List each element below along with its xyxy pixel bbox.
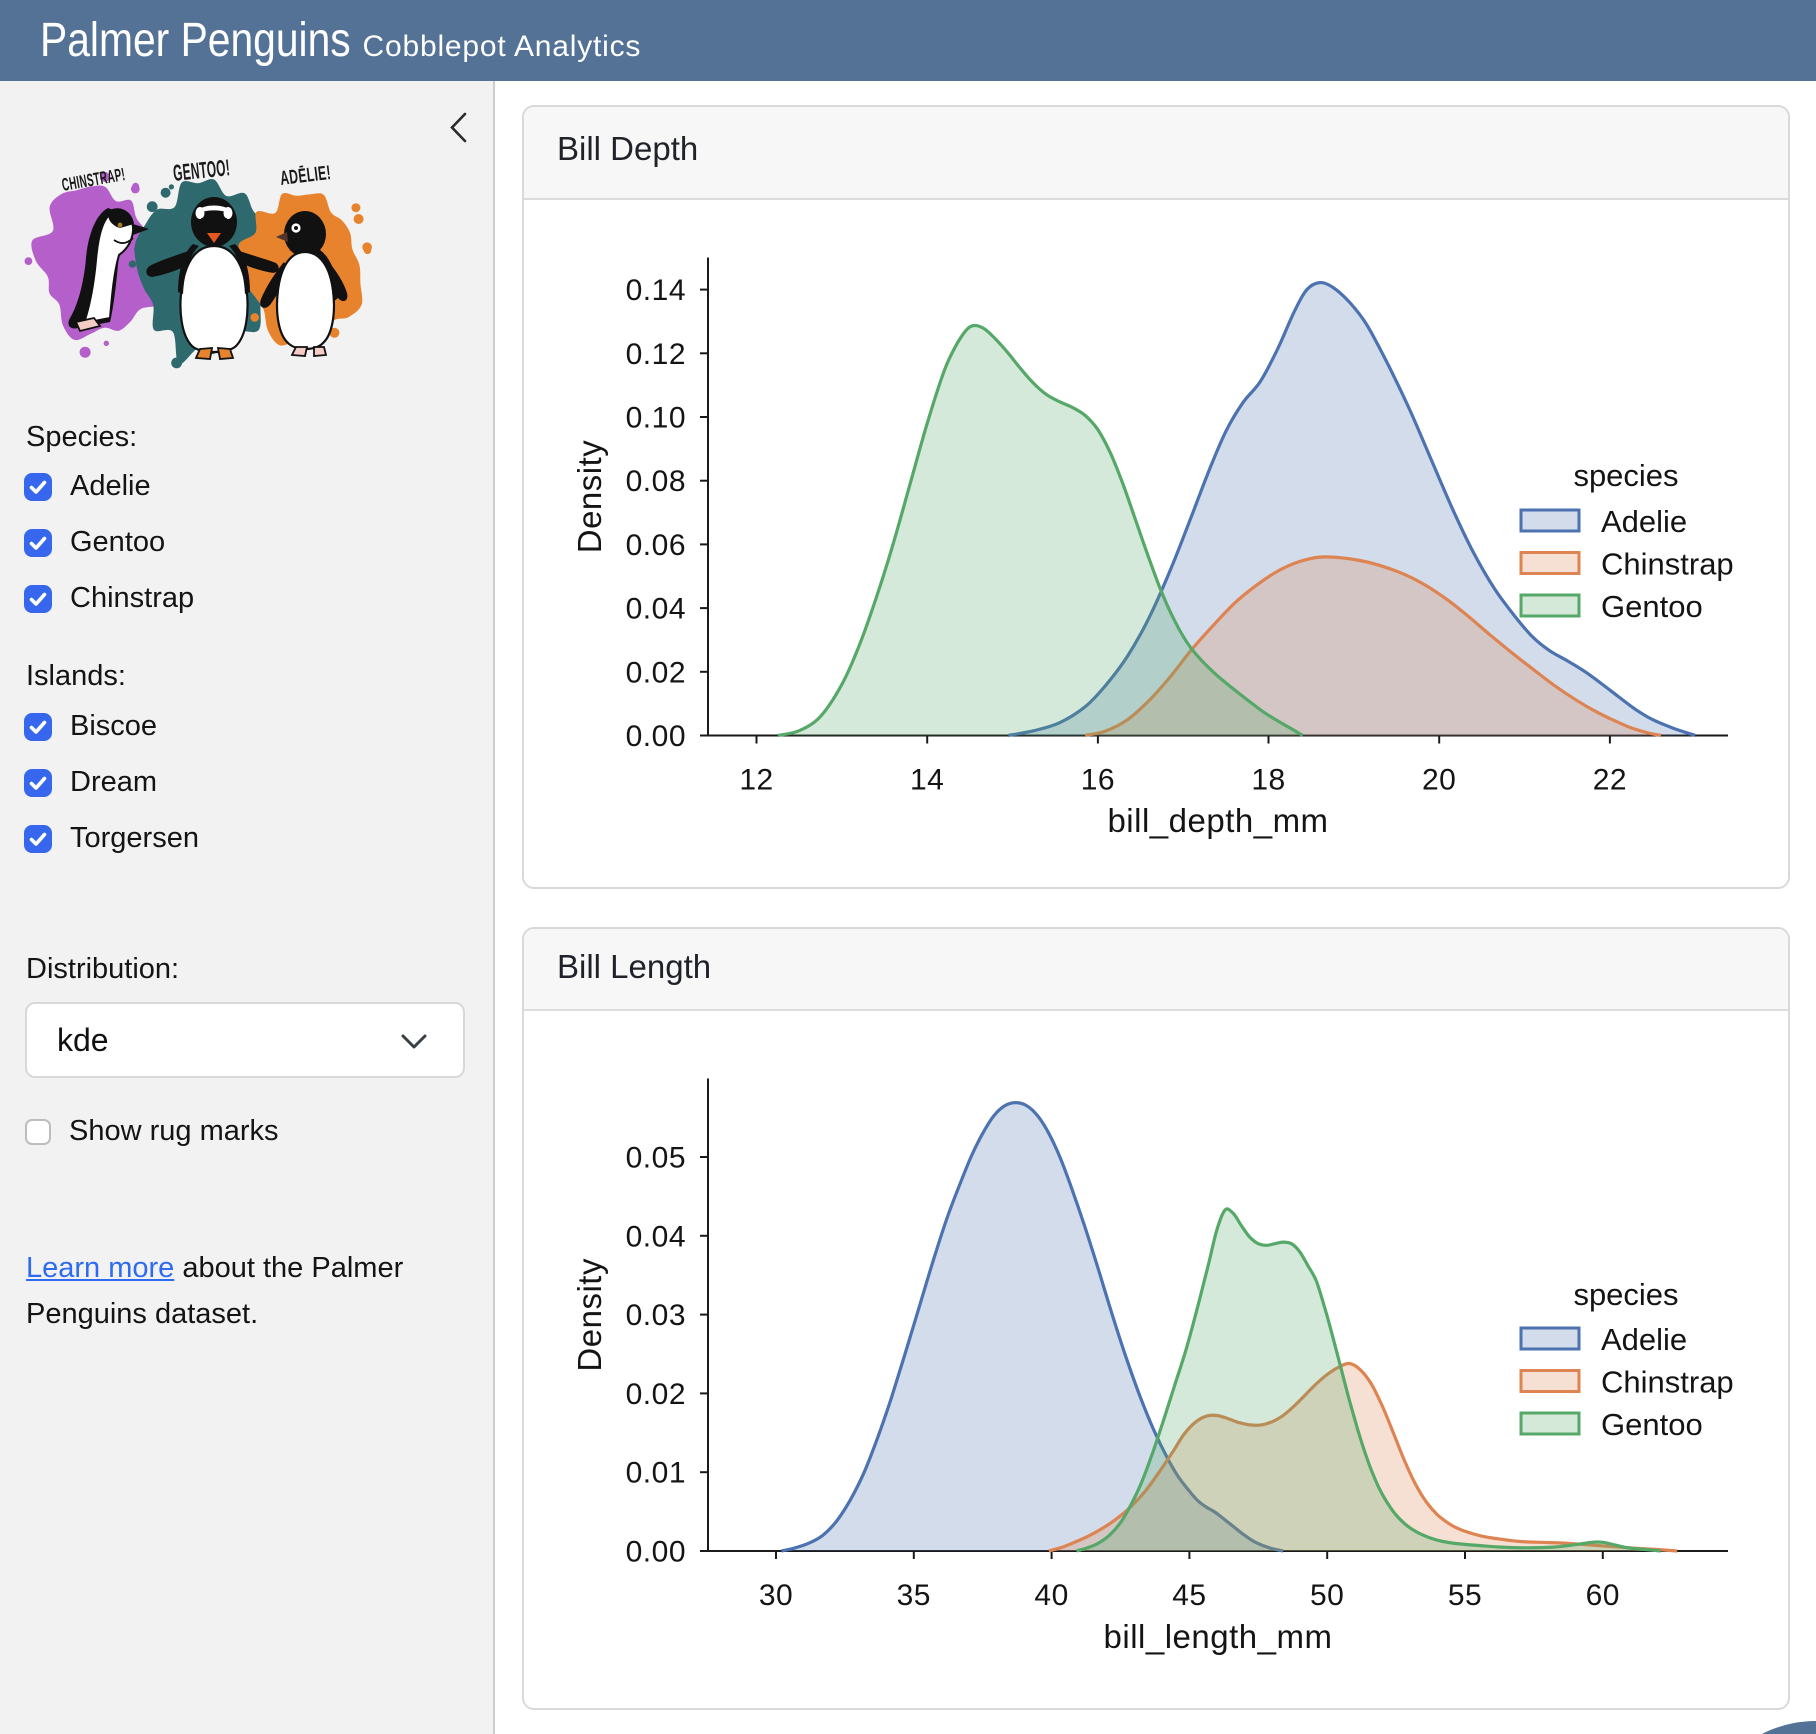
svg-text:0.00: 0.00 xyxy=(626,720,686,753)
svg-text:0.00: 0.00 xyxy=(626,1536,686,1569)
svg-text:Adelie: Adelie xyxy=(1601,1322,1687,1357)
svg-text:0.10: 0.10 xyxy=(626,402,686,435)
svg-text:Density: Density xyxy=(571,440,608,554)
svg-text:Gentoo: Gentoo xyxy=(1601,589,1703,624)
svg-text:60: 60 xyxy=(1586,1579,1620,1612)
svg-text:30: 30 xyxy=(759,1579,793,1612)
svg-text:0.06: 0.06 xyxy=(626,529,686,562)
svg-text:Chinstrap: Chinstrap xyxy=(1601,1365,1734,1400)
svg-text:Chinstrap: Chinstrap xyxy=(1601,547,1734,582)
svg-text:50: 50 xyxy=(1310,1579,1344,1612)
svg-text:0.04: 0.04 xyxy=(626,1220,686,1253)
svg-text:14: 14 xyxy=(910,764,944,797)
svg-text:GENTOO!: GENTOO! xyxy=(172,154,231,186)
svg-text:12: 12 xyxy=(739,764,773,797)
svg-text:0.14: 0.14 xyxy=(626,274,686,307)
svg-text:22: 22 xyxy=(1593,764,1627,797)
svg-text:0.04: 0.04 xyxy=(626,593,686,626)
svg-text:16: 16 xyxy=(1081,764,1115,797)
svg-text:40: 40 xyxy=(1034,1579,1068,1612)
svg-text:0.01: 0.01 xyxy=(626,1457,686,1490)
svg-text:0.02: 0.02 xyxy=(626,1378,686,1411)
svg-text:0.02: 0.02 xyxy=(626,656,686,689)
svg-text:species: species xyxy=(1573,1277,1678,1312)
svg-text:bill_length_mm: bill_length_mm xyxy=(1104,1618,1333,1655)
svg-text:species: species xyxy=(1573,458,1678,493)
svg-text:20: 20 xyxy=(1422,764,1456,797)
svg-text:45: 45 xyxy=(1172,1579,1206,1612)
svg-text:Density: Density xyxy=(571,1258,608,1372)
svg-text:0.03: 0.03 xyxy=(626,1299,686,1332)
svg-text:Gentoo: Gentoo xyxy=(1601,1407,1703,1442)
svg-text:Adelie: Adelie xyxy=(1601,504,1687,539)
svg-text:55: 55 xyxy=(1448,1579,1482,1612)
svg-text:ADĒLIE!: ADĒLIE! xyxy=(279,162,332,190)
svg-text:0.12: 0.12 xyxy=(626,338,686,371)
svg-text:bill_depth_mm: bill_depth_mm xyxy=(1107,802,1328,839)
svg-text:0.08: 0.08 xyxy=(626,465,686,498)
svg-text:0.05: 0.05 xyxy=(626,1142,686,1175)
svg-text:18: 18 xyxy=(1251,764,1285,797)
svg-text:35: 35 xyxy=(897,1579,931,1612)
